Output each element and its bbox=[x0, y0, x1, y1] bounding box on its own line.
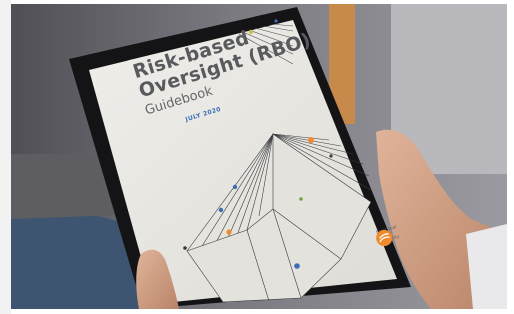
dot-dark bbox=[329, 154, 333, 158]
dot-blue-1 bbox=[232, 184, 238, 190]
dot-blue-2 bbox=[218, 207, 224, 213]
tablet-photo: Risk-based Oversight (RBO) Guidebook JUL… bbox=[11, 4, 507, 309]
dot-dark-2 bbox=[183, 246, 187, 250]
sleeve bbox=[466, 224, 507, 309]
dot-green bbox=[299, 197, 303, 201]
dot-orange-1 bbox=[308, 137, 314, 143]
left-margin bbox=[0, 0, 11, 314]
dot-orange-2 bbox=[226, 229, 232, 235]
image-frame: Risk-based Oversight (RBO) Guidebook JUL… bbox=[0, 0, 514, 314]
dot-blue-3 bbox=[294, 263, 300, 269]
